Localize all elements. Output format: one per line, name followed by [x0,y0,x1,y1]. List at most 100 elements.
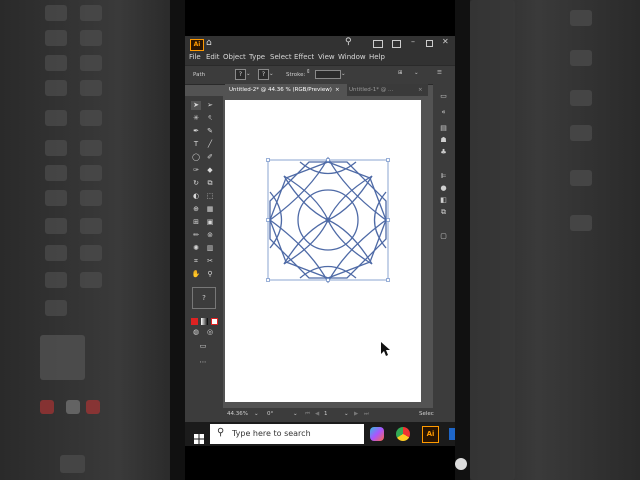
artwork[interactable] [225,100,421,402]
warp-tool-icon[interactable]: ◐ [191,192,201,201]
close-icon[interactable]: ✕ [442,37,449,46]
illustrator-window: Ai ⌂ ⚲ – ✕ File Edit Object Type Select … [185,36,455,422]
pen-tool-icon[interactable]: ✒ [191,127,201,136]
eyedropper-icon[interactable]: ✏ [191,231,201,240]
zoom-tool-icon[interactable]: ⚲ [205,270,215,279]
copilot-icon[interactable] [370,427,384,441]
perspective-grid-icon[interactable]: ▦ [205,205,215,214]
curvature-tool-icon[interactable]: ✎ [205,127,215,136]
chevron-down-icon[interactable]: ⌄ [344,411,349,417]
arrange-icon[interactable] [392,40,401,48]
draw-mode-icon[interactable]: ◍ [191,328,201,337]
chevron-down-icon[interactable]: ⌄ [293,411,298,417]
lasso-icon[interactable]: ৎ [205,114,215,123]
shaper-tool-icon[interactable]: ✑ [191,166,201,175]
chevron-down-icon[interactable]: ⌄ [254,411,259,417]
menu-help[interactable]: Help [369,53,385,61]
menu-file[interactable]: File [189,53,201,61]
prev-artboard-icon[interactable]: ◀ [315,411,319,417]
shape-builder-icon[interactable]: ⊕ [191,205,201,214]
stepper-icon[interactable]: ⇕ [306,69,311,75]
column-graph-icon[interactable]: ▥ [205,244,215,253]
draw-behind-icon[interactable]: ◎ [205,328,215,337]
tab-label: Untitled-2* @ 44.36 % (RGB/Preview) [229,87,332,93]
gradient-tool-icon[interactable]: ▣ [205,218,215,227]
chevron-down-icon[interactable]: ⌄ [269,71,274,77]
scale-tool-icon[interactable]: ⧉ [205,179,215,188]
align-panel-icon[interactable]: ⊫ [438,172,449,181]
none-mode-icon[interactable] [211,318,218,325]
blurred-background-right [470,0,640,480]
chevron-down-icon[interactable]: ⌄ [246,71,251,77]
rotate-tool-icon[interactable]: ↻ [191,179,201,188]
illustrator-taskbar-icon[interactable]: Ai [422,426,439,443]
ellipse-tool-icon[interactable]: ◯ [191,153,201,162]
fill-swatch[interactable]: ? [235,69,246,80]
symbols-icon[interactable]: ♣ [438,148,449,157]
menu-bar: File Edit Object Type Select Effect View… [185,52,455,65]
home-icon[interactable]: ⌂ [206,38,212,48]
type-tool-icon[interactable]: T [191,140,201,149]
workspace-icon[interactable] [373,40,383,48]
symbol-sprayer-icon[interactable]: ✺ [191,244,201,253]
fill-stroke-icon[interactable]: ? [192,287,216,309]
layers-icon[interactable]: ▢ [438,232,449,241]
tab-untitled-1[interactable]: Untitled-1* @ ... × [345,84,431,96]
divider-left [170,0,185,480]
menu-window[interactable]: Window [338,53,366,61]
properties-icon[interactable]: ▤ [438,124,449,133]
free-transform-icon[interactable]: ⬚ [205,192,215,201]
slice-tool-icon[interactable]: ✂ [205,257,215,266]
artboard-number[interactable]: 1 [324,411,328,417]
search-icon[interactable]: ⚲ [345,37,352,47]
mesh-tool-icon[interactable]: ⊞ [191,218,201,227]
chevron-down-icon[interactable]: ⌄ [341,71,346,77]
gradient-mode-icon[interactable] [201,318,208,325]
more-tools-icon[interactable]: ⋯ [198,358,208,367]
magic-wand-icon[interactable]: ✳ [191,114,201,123]
tab-untitled-2[interactable]: Untitled-2* @ 44.36 % (RGB/Preview) × [225,84,347,96]
hand-tool-icon[interactable]: ✋ [191,270,201,279]
menu-select[interactable]: Select [270,53,292,61]
menu-type[interactable]: Type [249,53,265,61]
close-tab-icon[interactable]: × [418,84,423,96]
close-tab-icon[interactable]: × [335,84,340,96]
transparency-icon[interactable]: ◧ [438,196,449,205]
stroke-swatch[interactable]: ? [258,69,269,80]
next-artboard-icon[interactable]: ▶ [354,411,358,417]
menu-object[interactable]: Object [223,53,246,61]
menu-edit[interactable]: Edit [206,53,220,61]
last-artboard-icon[interactable]: ⏭ [364,411,369,418]
pathfinder-icon[interactable]: ⧉ [438,208,449,217]
direct-selection-tool-icon[interactable]: ➢ [205,101,215,110]
line-tool-icon[interactable]: ╱ [205,140,215,149]
eraser-icon[interactable]: ◆ [205,166,215,175]
taskbar-search-box[interactable]: ⚲ Type here to search [210,424,364,444]
comments-icon[interactable]: ▭ [438,92,449,101]
appearance-icon[interactable]: ● [438,184,449,193]
paintbrush-icon[interactable]: ✐ [205,153,215,162]
rotation-value[interactable]: 0° [267,411,273,417]
first-artboard-icon[interactable]: ⏮ [305,411,310,418]
color-mode-icon[interactable] [191,318,198,325]
maximize-icon[interactable] [426,40,433,47]
windows-start-icon[interactable] [194,429,204,444]
screen-mode-icon[interactable]: ▭ [198,342,208,351]
app-taskbar-icon[interactable] [449,428,455,440]
libraries-icon[interactable]: ☗ [438,136,449,145]
selection-tool-icon[interactable]: ➤ [191,101,201,110]
artboard[interactable] [225,100,421,402]
tools-panel: ➤ ➢ ✳ ৎ ✒ ✎ T ╱ ◯ ✐ ✑ ◆ ↻ ⧉ ◐ ⬚ ⊕ ▦ ⊞ ▣ … [185,96,223,422]
collapse-icon[interactable]: « [438,108,449,117]
artboard-tool-icon[interactable]: ⌗ [191,257,201,266]
menu-view[interactable]: View [318,53,335,61]
blend-tool-icon[interactable]: ⊚ [205,231,215,240]
chevron-down-icon[interactable]: ⌄ [414,70,419,76]
align-icon[interactable]: ⊞ [398,70,403,76]
minimize-icon[interactable]: – [411,37,415,46]
stroke-weight-input[interactable] [315,70,341,79]
chrome-icon[interactable] [396,427,410,441]
menu-effect[interactable]: Effect [294,53,314,61]
zoom-level[interactable]: 44.36% [227,411,248,417]
panel-menu-icon[interactable]: ☰ [437,70,442,76]
